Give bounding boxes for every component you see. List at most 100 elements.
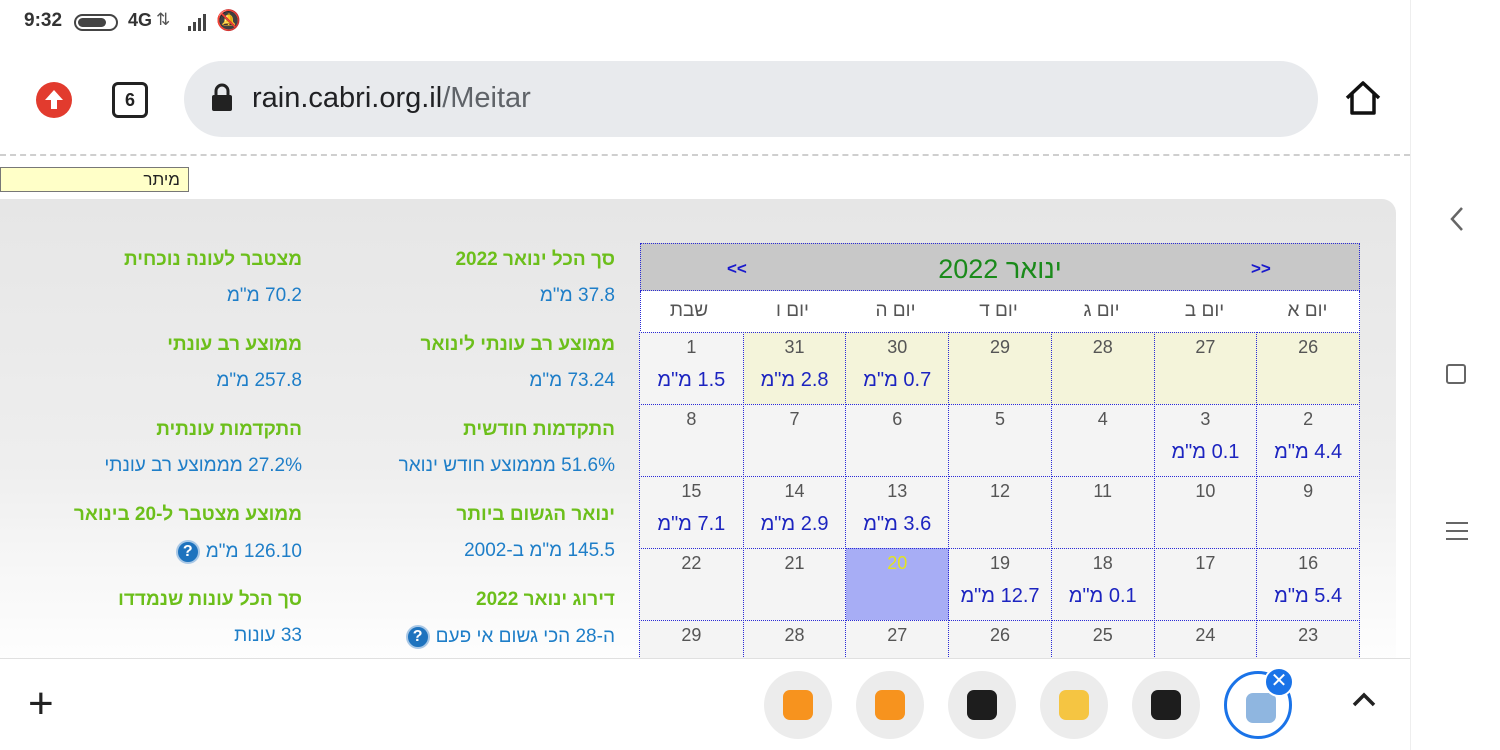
tab-thumbnail[interactable] [1040,671,1108,739]
day-number: 29 [989,337,1010,357]
location-select[interactable]: מיתר [0,167,189,192]
day-number: 17 [1195,553,1216,573]
calendar-day[interactable]: 23 [1256,620,1360,658]
day-number: 3 [1200,409,1211,429]
tab-thumbnail[interactable] [856,671,924,739]
calendar-day[interactable]: 13 3.6 מ"מ [845,476,950,549]
calendar-day[interactable]: 29 [948,332,1052,405]
network-type: 4G [128,10,153,30]
day-number: 19 [989,553,1010,573]
calendar-day[interactable]: 24 [1153,620,1258,658]
stat-label: התקדמות חודשית [463,419,615,440]
calendar-day[interactable]: 18 0.1 מ"מ [1050,548,1155,621]
stat-month-rank: דירוג ינואר 2022 ה-28 הכי גשום אי פעם? [405,589,615,649]
calendar-day[interactable]: 28 [742,620,847,658]
day-rain-amount: 0.1 מ"מ [1068,585,1137,607]
calendar-day[interactable]: 2 4.4 מ"מ [1256,404,1360,477]
calendar-day[interactable]: 5 [948,404,1052,477]
update-button[interactable] [36,82,72,118]
new-tab-button[interactable]: + [28,679,54,729]
calendar-day[interactable]: 17 [1153,548,1258,621]
tab-thumbnail[interactable] [764,671,832,739]
day-header: יום ד [979,300,1018,321]
stat-month-total: סך הכל ינואר 2022 37.8 מ"מ [455,249,615,307]
prev-month-link[interactable]: << [727,259,747,279]
chevron-up-icon[interactable] [1350,689,1378,709]
calendar-day[interactable]: 8 [638,404,744,477]
calendar-day[interactable]: 28 [1050,332,1155,405]
calendar-week: 23 24 25 26 27 28 29 [638,620,1360,658]
stat-value: 126.10 מ"מ? [74,540,302,564]
calendar-day[interactable]: 11 [1050,476,1155,549]
help-icon[interactable]: ? [175,540,200,564]
calendar-day[interactable]: 3 0.1 מ"מ [1153,404,1258,477]
arrow-up-icon [45,90,63,109]
calendar-day[interactable]: 14 2.9 מ"מ [742,476,847,549]
calendar-day[interactable]: 22 [638,548,744,621]
day-number: 5 [994,409,1005,429]
day-rain-amount: 12.7 מ"מ [960,585,1040,607]
day-number: 26 [1298,337,1319,357]
home-square-icon[interactable] [1446,364,1466,384]
stat-value: 70.2 מ"מ [226,285,302,306]
day-number: 20 [887,553,908,573]
day-header: יום ו [776,300,809,321]
calendar-day[interactable]: 10 [1153,476,1258,549]
calendar-header: >> ינואר 2022 << [640,243,1360,291]
calendar-week: 9 10 11 12 13 3.6 מ"מ 14 2.9 מ"מ 15 7.1 מ"מ [638,476,1360,549]
calendar-day[interactable]: 31 2.8 מ"מ [742,332,847,405]
url-host: rain.cabri.org.il [252,82,443,114]
calendar-day[interactable]: 27 [1153,332,1258,405]
stat-season-average: ממוצע רב עונתי 257.8 מ"מ [167,334,302,392]
calendar-day[interactable]: 19 12.7 מ"מ [948,548,1052,621]
calendar-day-today[interactable]: 20 [845,548,950,621]
home-icon[interactable] [1343,78,1383,118]
day-header: יום ה [875,300,916,321]
rain-calendar: >> ינואר 2022 << יום א יום ב יום ג יום ד יום… [638,243,1360,658]
calendar-day[interactable]: 15 7.1 מ"מ [638,476,744,549]
tab-thumbnail[interactable] [1132,671,1200,739]
calendar-day[interactable]: 30 0.7 מ"מ [845,332,950,405]
day-rain-amount: 1.5 מ"מ [657,369,726,391]
day-number: 29 [681,625,702,645]
calendar-day[interactable]: 26 [948,620,1052,658]
day-number: 15 [681,481,702,501]
day-header: יום ג [1083,300,1120,321]
help-icon[interactable]: ? [405,625,430,649]
close-tab-icon[interactable]: ✕ [1264,667,1294,697]
tab-switcher-button[interactable]: 6 [112,82,148,118]
stat-season-progress: התקדמות עונתית 27.2% מממוצע רב עונתי [104,419,302,477]
calendar-day[interactable]: 27 [845,620,950,658]
calendar-week: 2 4.4 מ"מ 3 0.1 מ"מ 4 5 6 7 8 [638,404,1360,477]
menu-icon[interactable] [1446,520,1468,542]
calendar-day[interactable]: 26 [1256,332,1360,405]
day-number: 25 [1092,625,1113,645]
day-number: 16 [1298,553,1319,573]
url-path: /Meitar [442,82,531,114]
day-header: יום ב [1184,300,1225,321]
day-rain-amount: 5.4 מ"מ [1274,585,1343,607]
calendar-day[interactable]: 12 [948,476,1052,549]
stat-value: 51.6% מממוצע חודש ינואר [398,455,615,476]
stat-value: 33 עונות [234,625,302,646]
day-header: יום א [1287,300,1328,321]
day-rain-amount: 0.1 מ"מ [1171,441,1240,463]
tab-thumbnail[interactable] [948,671,1016,739]
stat-value: ה-28 הכי גשום אי פעם? [405,625,615,649]
day-number: 2 [1303,409,1314,429]
back-icon[interactable] [1449,206,1465,232]
calendar-day[interactable]: 21 [742,548,847,621]
calendar-day[interactable]: 16 5.4 מ"מ [1256,548,1360,621]
day-number: 6 [892,409,903,429]
calendar-day[interactable]: 25 [1050,620,1155,658]
web-content: מיתר סך הכל ינואר 2022 37.8 מ"מ ממוצע רב… [0,154,1410,658]
browser-toolbar: 6 rain.cabri.org.il/Meitar [0,44,1410,154]
calendar-day[interactable]: 4 [1050,404,1155,477]
calendar-day[interactable]: 7 [742,404,847,477]
calendar-day[interactable]: 1 1.5 מ"מ [638,332,744,405]
day-number: 14 [784,481,805,501]
calendar-day[interactable]: 29 [638,620,744,658]
calendar-day[interactable]: 9 [1256,476,1360,549]
calendar-day[interactable]: 6 [845,404,950,477]
address-bar[interactable]: rain.cabri.org.il/Meitar [184,61,1318,137]
